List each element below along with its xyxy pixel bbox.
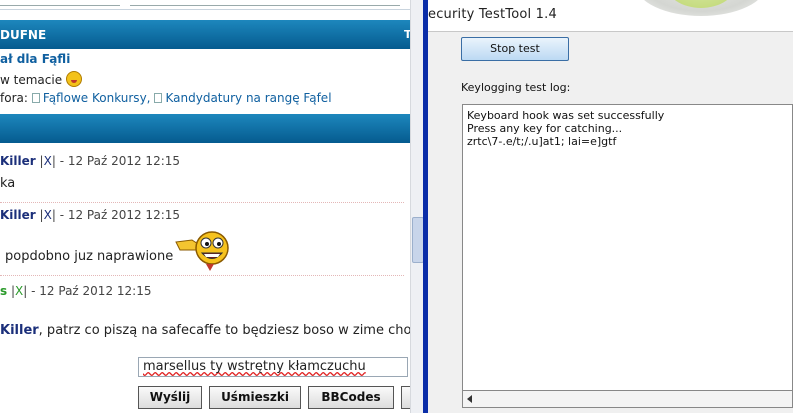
forum-link-kandydatury[interactable]: Kandydatury na rangę Fąfel <box>165 91 331 105</box>
post-delete-link[interactable]: X <box>44 208 52 222</box>
keylog-textarea[interactable]: Keyboard hook was set successfully Press… <box>462 104 793 391</box>
mentioned-username[interactable]: Killer <box>0 323 39 338</box>
scroll-left-arrow-icon[interactable] <box>467 395 472 403</box>
pointing-emoticon-icon <box>175 231 229 271</box>
bbcodes-button[interactable]: BBCodes <box>308 386 394 409</box>
forum-link-konkursy[interactable]: Fąflowe Konkursy, <box>43 91 151 105</box>
post-divider <box>0 202 404 203</box>
post-username[interactable]: Killer <box>0 154 36 168</box>
testtool-window: ecurity TestTool 1.4 Stop test Keyloggin… <box>428 0 793 413</box>
clipped-top-row <box>0 0 410 10</box>
clipped-text-left <box>0 0 120 6</box>
post-delete-link[interactable]: X <box>44 154 52 168</box>
log-line: Keyboard hook was set successfully <box>467 109 665 122</box>
clipped-text-right <box>130 0 400 6</box>
post-divider <box>0 275 404 276</box>
post-header: s |X| - 12 Paź 2012 12:15 <box>0 284 152 298</box>
post-username[interactable]: s <box>0 284 7 298</box>
log-text: Keyboard hook was set successfully Press… <box>467 109 664 148</box>
pinned-section-header: DUFNE T <box>0 20 410 49</box>
log-line: Press any key for catching... <box>467 122 623 135</box>
pinned-header-title: DUFNE <box>0 28 47 42</box>
document-icon <box>31 93 40 103</box>
shoutbox-header <box>0 114 410 143</box>
smileys-button[interactable]: Uśmieszki <box>209 386 301 409</box>
more-button[interactable] <box>401 386 410 409</box>
post-date: - 12 Paź 2012 12:15 <box>31 284 152 298</box>
window-title: ecurity TestTool 1.4 <box>428 7 557 22</box>
post-text: Killer, patrz co piszą na safecaffe to b… <box>0 323 410 338</box>
post-text: ka <box>0 176 16 191</box>
window-titlebar: ecurity TestTool 1.4 <box>428 0 793 31</box>
smiley-icon <box>66 71 83 87</box>
post-header: Killer |X| - 12 Paź 2012 12:15 <box>0 154 181 168</box>
post-date: - 12 Paź 2012 12:15 <box>59 154 181 168</box>
post-date: - 12 Paź 2012 12:15 <box>59 208 181 222</box>
forum-page: DUFNE T ał dla Fąfli w temacie fora: Fąfl… <box>0 0 410 413</box>
pinned-forums-label: fora: <box>0 91 28 105</box>
post-username[interactable]: Killer <box>0 208 36 222</box>
post-header: Killer |X| - 12 Paź 2012 12:15 <box>0 208 181 222</box>
post-text: popdobno juz naprawione <box>5 249 174 264</box>
chat-message-input[interactable]: marsellus ty wstrętny kłamczuchu <box>138 357 408 377</box>
send-button[interactable]: Wyślij <box>138 386 202 409</box>
log-label: Keylogging test log: <box>461 81 571 94</box>
pinned-forums-line: fora: Fąflowe Konkursy, Kandydatury na ran… <box>0 91 332 105</box>
log-line: zrtc\7-.e/t;/.u]at1; lai=e]gtf <box>467 135 617 148</box>
log-horizontal-scrollbar[interactable] <box>462 391 793 408</box>
pinned-topic-text: w temacie <box>0 73 63 87</box>
pinned-topic-title[interactable]: ał dla Fąfli <box>0 52 70 66</box>
document-icon <box>154 93 163 103</box>
forum-scrollbar[interactable] <box>410 0 424 413</box>
pinned-topic-line: w temacie <box>0 71 83 87</box>
stop-test-button[interactable]: Stop test <box>461 37 569 61</box>
